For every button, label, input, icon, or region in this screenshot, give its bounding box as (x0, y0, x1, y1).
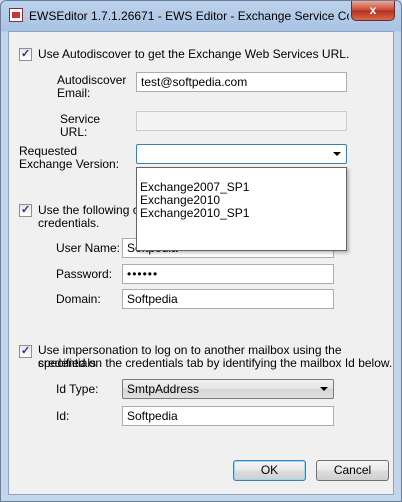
check-icon: ✓ (21, 345, 31, 357)
id-type-select[interactable]: SmtpAddress (122, 379, 334, 399)
ews-editor-window: EWSEditor 1.7.1.26671 - EWS Editor - Exc… (0, 0, 402, 502)
autodiscover-label: Use Autodiscover to get the Exchange Web… (38, 47, 350, 61)
close-button[interactable]: x (351, 1, 395, 21)
domain-label: Domain: (56, 292, 101, 306)
service-url-label-2: URL: (60, 125, 88, 139)
password-label: Password: (56, 267, 113, 281)
autodiscover-email-input[interactable]: test@softpedia.com (136, 72, 347, 92)
service-url-input[interactable] (136, 111, 347, 131)
cancel-button[interactable]: Cancel (316, 460, 389, 481)
title-bar[interactable]: EWSEditor 1.7.1.26671 - EWS Editor - Exc… (1, 1, 401, 31)
password-input[interactable]: •••••• (122, 264, 334, 284)
window-title: EWSEditor 1.7.1.26671 - EWS Editor - Exc… (29, 9, 349, 23)
id-type-label: Id Type: (56, 382, 99, 396)
dropdown-option-exchange2010-sp1[interactable]: Exchange2010_SP1 (140, 207, 249, 220)
chevron-down-icon (333, 152, 341, 156)
app-icon (9, 8, 23, 22)
exchange-version-dropdown-list: Exchange2007_SP1 Exchange2010 Exchange20… (136, 167, 347, 251)
dialog-client-area: ✓ Use Autodiscover to get the Exchange W… (8, 31, 394, 495)
autodiscover-email-label-2: Email: (57, 86, 91, 100)
autodiscover-checkbox[interactable]: ✓ (19, 48, 32, 61)
user-name-label: User Name: (56, 241, 121, 255)
id-label: Id: (56, 409, 70, 423)
domain-input[interactable]: Softpedia (122, 289, 334, 309)
exchange-version-select[interactable] (136, 144, 347, 164)
check-icon: ✓ (21, 48, 31, 60)
credentials-checkbox[interactable]: ✓ (19, 204, 32, 217)
exchange-version-label-2: Exchange Version: (19, 157, 120, 171)
credentials-label-2: credentials. (38, 216, 100, 230)
ok-button[interactable]: OK (233, 460, 306, 481)
check-icon: ✓ (21, 204, 31, 216)
id-input[interactable]: Softpedia (122, 406, 334, 426)
impersonation-label-2: specified on the credentials tab by iden… (38, 356, 393, 370)
chevron-down-icon (320, 387, 328, 391)
id-type-value: SmtpAddress (127, 382, 200, 396)
impersonation-checkbox[interactable]: ✓ (19, 345, 32, 358)
